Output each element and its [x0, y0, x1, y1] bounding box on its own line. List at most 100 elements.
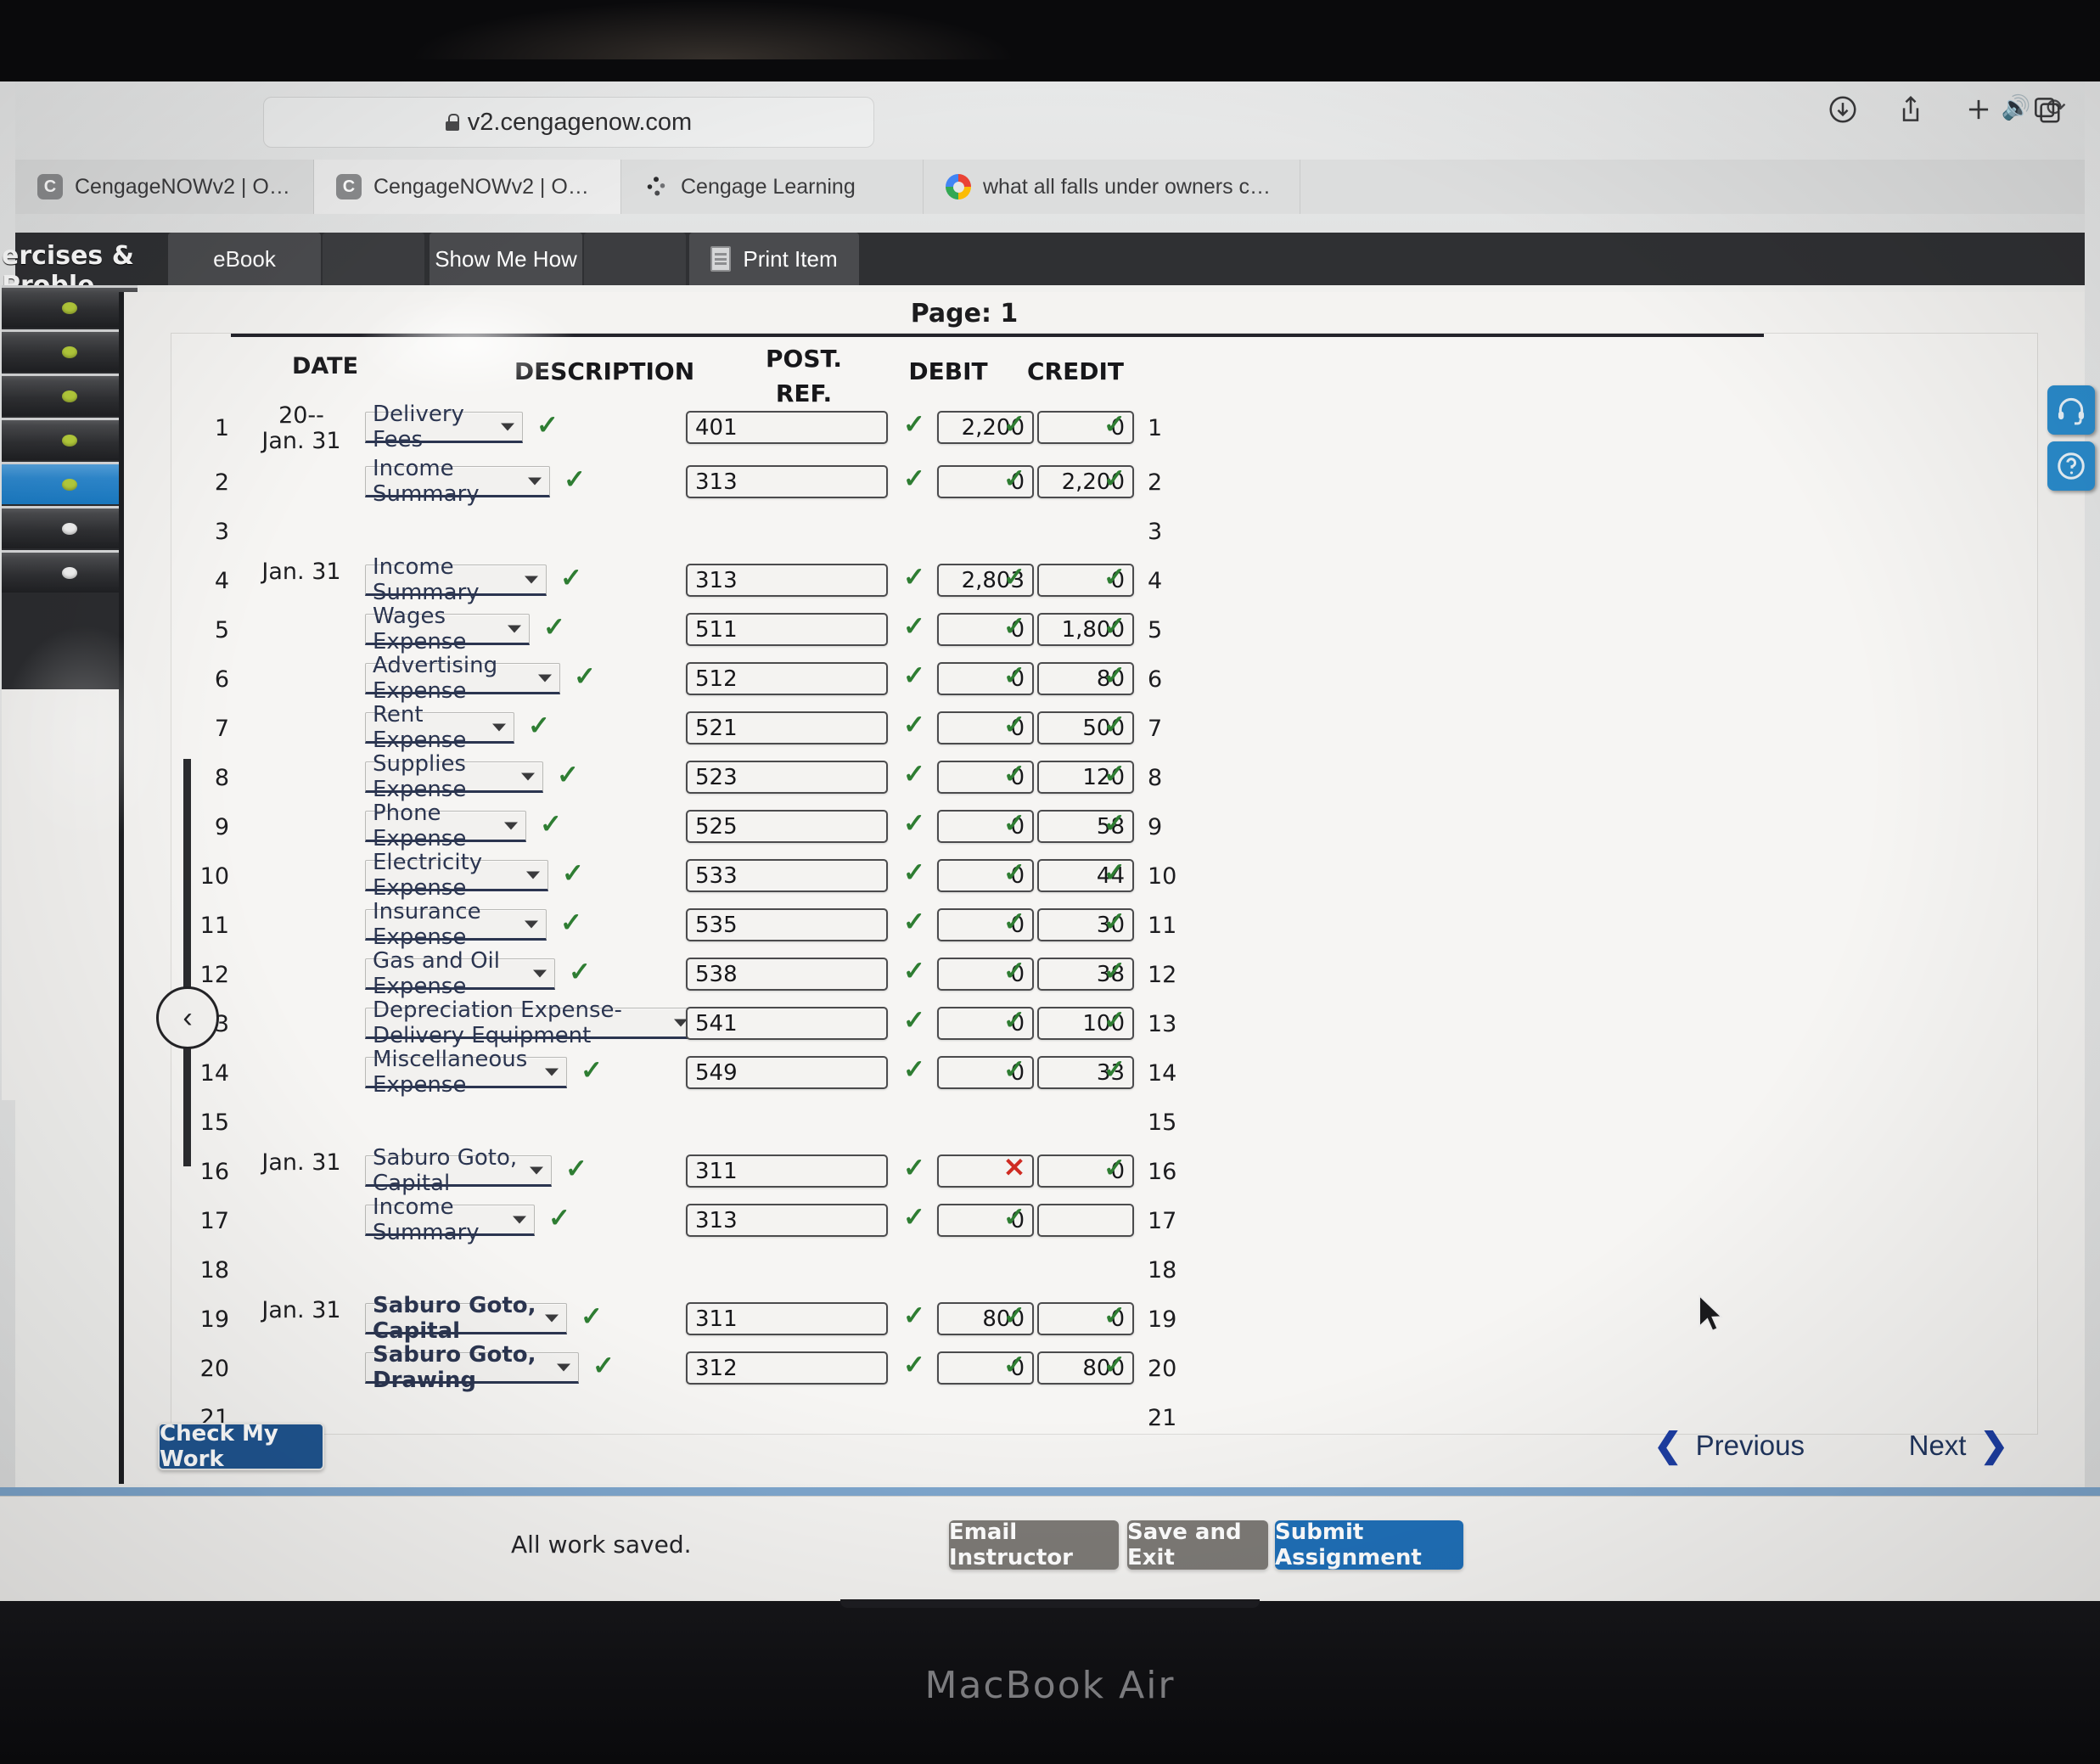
post-ref-input[interactable]: 538 — [686, 958, 888, 991]
download-icon[interactable] — [1827, 93, 1859, 126]
sidebar-item-7[interactable] — [2, 550, 138, 593]
footer-accent-strip — [0, 1487, 2100, 1496]
save-and-exit-button[interactable]: Save and Exit — [1127, 1520, 1268, 1570]
post-ref-input[interactable]: 512 — [686, 662, 888, 695]
row-number-right: 16 — [1148, 1159, 1177, 1185]
journal-header-row: DATE DESCRIPTION POST. REF. DEBIT CREDIT — [171, 342, 2037, 408]
account-select[interactable]: Saburo Goto, Drawing — [365, 1342, 579, 1393]
debit-valid-check: ✓ — [1003, 759, 1025, 789]
help-icon-button[interactable] — [2047, 441, 2095, 491]
account-select[interactable]: Saburo Goto, Capital — [365, 1293, 567, 1344]
post-ref-valid-check: ✓ — [903, 808, 925, 838]
laptop-base-notch — [839, 1599, 1261, 1608]
post-ref-input[interactable]: 525 — [686, 810, 888, 843]
post-ref-input[interactable]: 549 — [686, 1056, 888, 1089]
debit-valid-check: ✓ — [1003, 1301, 1025, 1330]
browser-tab-4-title: what all falls under owners capital – Go… — [983, 174, 1277, 199]
sidebar-item-2[interactable] — [2, 329, 138, 372]
row-number-right: 9 — [1148, 814, 1163, 840]
account-select[interactable]: Electricity Expense — [365, 850, 548, 901]
account-select[interactable]: Wages Expense — [365, 604, 530, 654]
account-select[interactable]: Miscellaneous Expense — [365, 1047, 567, 1098]
post-ref-input[interactable]: 535 — [686, 908, 888, 941]
post-ref-valid-check: ✓ — [903, 857, 925, 887]
sidebar-item-5-selected[interactable] — [2, 462, 138, 504]
post-ref-input[interactable]: 541 — [686, 1007, 888, 1040]
credit-valid-check: ✓ — [1103, 857, 1126, 887]
post-ref-input[interactable]: 533 — [686, 859, 888, 892]
ebook-button[interactable]: eBook — [168, 233, 321, 285]
post-ref-valid-check: ✓ — [903, 660, 925, 690]
ebook-button-extension[interactable] — [323, 233, 424, 285]
row-number-left: 20 — [199, 1356, 229, 1382]
credit-valid-check: ✓ — [1103, 759, 1126, 789]
sidebar-item-1[interactable] — [2, 285, 138, 328]
address-bar[interactable]: v2.cengagenow.com — [263, 97, 874, 148]
browser-tab-3[interactable]: Cengage Learning — [621, 160, 924, 214]
row-date-line: Jan. 31 — [261, 559, 341, 585]
row-date-line: Jan. 31 — [261, 1297, 341, 1323]
show-me-how-button-extension[interactable] — [584, 233, 686, 285]
credit-valid-check: ✓ — [1103, 409, 1126, 439]
description-valid-check: ✓ — [543, 612, 565, 642]
post-ref-input[interactable]: 313 — [686, 465, 888, 498]
account-select[interactable]: Delivery Fees — [365, 402, 523, 452]
account-select[interactable]: Income Summary — [365, 554, 547, 605]
browser-tab-1-title: CengageNOWv2 | Online teaching and le... — [75, 174, 291, 199]
account-select[interactable]: Rent Expense — [365, 702, 514, 753]
safari-chrome: v2.cengagenow.com 🔊 ⟳ C CengageNOWv2 | O… — [15, 81, 2085, 233]
account-select[interactable]: Phone Expense — [365, 801, 526, 851]
post-ref-input[interactable]: 523 — [686, 761, 888, 794]
account-select[interactable]: Supplies Expense — [365, 751, 543, 802]
print-item-button[interactable]: Print Item — [689, 233, 859, 285]
debit-valid-check: ✓ — [1003, 409, 1025, 439]
headset-icon-button[interactable] — [2047, 385, 2095, 435]
row-number-left: 5 — [214, 617, 229, 643]
row-number-right: 5 — [1148, 617, 1163, 643]
account-select[interactable]: Saburo Goto, Capital — [365, 1145, 552, 1196]
account-select[interactable]: Gas and Oil Expense — [365, 948, 555, 999]
tab-overview-icon[interactable] — [2030, 93, 2063, 126]
debit-valid-check: ✓ — [1003, 1054, 1025, 1084]
row-number-left: 2 — [214, 469, 229, 496]
browser-tab-1[interactable]: C CengageNOWv2 | Online teaching and le.… — [15, 160, 314, 214]
next-button[interactable]: Next ❯ — [1909, 1426, 2008, 1465]
browser-tab-2[interactable]: C CengageNOWv2 | Online teaching and le.… — [314, 160, 621, 214]
browser-tab-3-title: Cengage Learning — [681, 174, 856, 199]
post-ref-input[interactable]: 313 — [686, 1204, 888, 1237]
description-valid-check: ✓ — [574, 661, 596, 691]
account-select[interactable]: Insurance Expense — [365, 899, 547, 950]
email-instructor-button[interactable]: Email Instructor — [949, 1520, 1119, 1570]
post-ref-input[interactable]: 311 — [686, 1154, 888, 1188]
credit-input[interactable] — [1037, 1204, 1134, 1237]
post-ref-input[interactable]: 311 — [686, 1302, 888, 1335]
sidebar-collapse-button[interactable]: ‹ — [156, 986, 219, 1049]
account-select[interactable]: Depreciation Expense-Delivery Equipment — [365, 997, 696, 1048]
row-number-right: 4 — [1148, 568, 1163, 594]
post-ref-input[interactable]: 401 — [686, 411, 888, 444]
post-ref-input[interactable]: 313 — [686, 564, 888, 597]
browser-tab-4[interactable]: what all falls under owners capital – Go… — [924, 160, 1300, 214]
previous-button[interactable]: ❮ Previous — [1654, 1426, 1805, 1465]
share-icon[interactable] — [1895, 93, 1927, 126]
new-tab-icon[interactable] — [1962, 93, 1995, 126]
sidebar-item-6[interactable] — [2, 506, 138, 548]
status-dot-green — [62, 478, 77, 491]
post-ref-input[interactable]: 312 — [686, 1351, 888, 1385]
post-ref-input[interactable]: 511 — [686, 613, 888, 646]
show-me-how-button[interactable]: Show Me How — [430, 233, 582, 285]
row-number-left: 10 — [199, 863, 229, 890]
row-number-left: 12 — [199, 962, 229, 988]
sidebar-item-3[interactable] — [2, 374, 138, 416]
account-select[interactable]: Advertising Expense — [365, 653, 560, 704]
post-ref-valid-check: ✓ — [903, 1153, 925, 1183]
account-select[interactable]: Income Summary — [365, 456, 550, 507]
journal-rows: 1 1 20-- Jan. 31 Delivery Fees ✓ 401 ✓ 2,200 ✓ 0 ✓ 2… — [171, 402, 2037, 1434]
browser-tab-2-title: CengageNOWv2 | Online teaching and le... — [373, 174, 598, 199]
sidebar-item-4[interactable] — [2, 418, 138, 460]
check-my-work-button[interactable]: Check My Work — [158, 1421, 324, 1472]
account-select[interactable]: Income Summary — [365, 1194, 535, 1245]
row-number-left: 15 — [199, 1110, 229, 1136]
post-ref-input[interactable]: 521 — [686, 711, 888, 744]
submit-assignment-button[interactable]: Submit Assignment — [1275, 1520, 1463, 1570]
